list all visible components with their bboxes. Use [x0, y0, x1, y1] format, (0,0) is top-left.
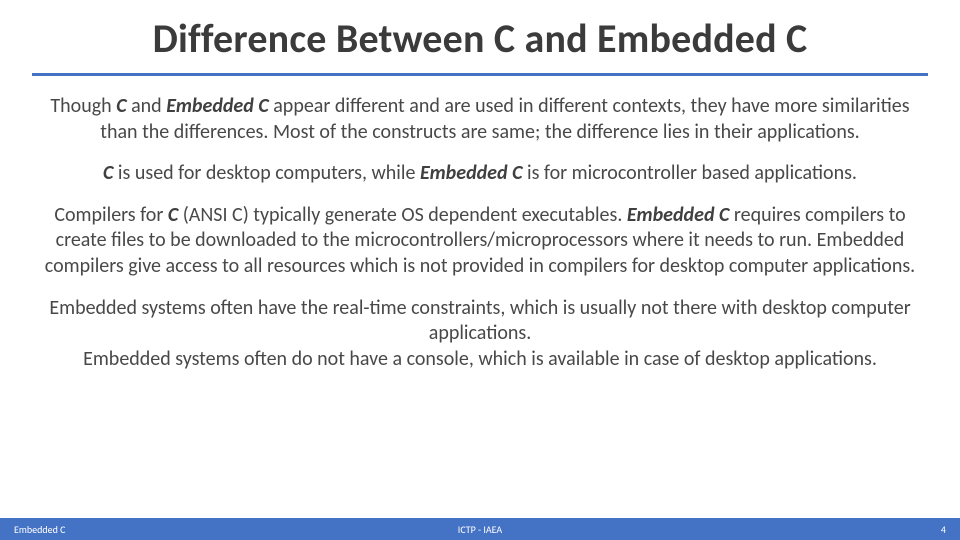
paragraph-4: Embedded systems often have the real-tim… [30, 296, 930, 347]
text: and [127, 94, 167, 118]
slide-number: 4 [941, 523, 946, 536]
paragraph-3: Compilers for C (ANSI C) typically gener… [30, 203, 930, 280]
bold-c: C [116, 94, 126, 118]
content-area: Though C and Embedded C appear different… [30, 94, 930, 372]
bold-embedded-c: Embedded C [420, 161, 523, 185]
divider [32, 73, 928, 76]
text: (ANSI C) typically generate OS dependent… [178, 203, 627, 227]
footer-bar: Embedded C ICTP - IAEA 4 [0, 518, 960, 540]
text: Compilers for [54, 203, 168, 227]
paragraph-5: Embedded systems often do not have a con… [30, 347, 930, 373]
bold-embedded-c: Embedded C [627, 203, 730, 227]
footer-left: Embedded C [14, 523, 65, 536]
footer-center: ICTP - IAEA [458, 523, 502, 536]
slide-title: Difference Between C and Embedded C [30, 14, 930, 69]
bold-c: C [103, 161, 113, 185]
bold-c: C [168, 203, 178, 227]
paragraph-group-4-5: Embedded systems often have the real-tim… [30, 296, 930, 373]
paragraph-2: C is used for desktop computers, while E… [30, 161, 930, 187]
text: Though [50, 94, 116, 118]
bold-embedded-c: Embedded C [166, 94, 269, 118]
text: is used for desktop computers, while [113, 161, 420, 185]
paragraph-1: Though C and Embedded C appear different… [30, 94, 930, 145]
text: is for microcontroller based application… [522, 161, 857, 185]
slide: Difference Between C and Embedded C Thou… [0, 0, 960, 540]
